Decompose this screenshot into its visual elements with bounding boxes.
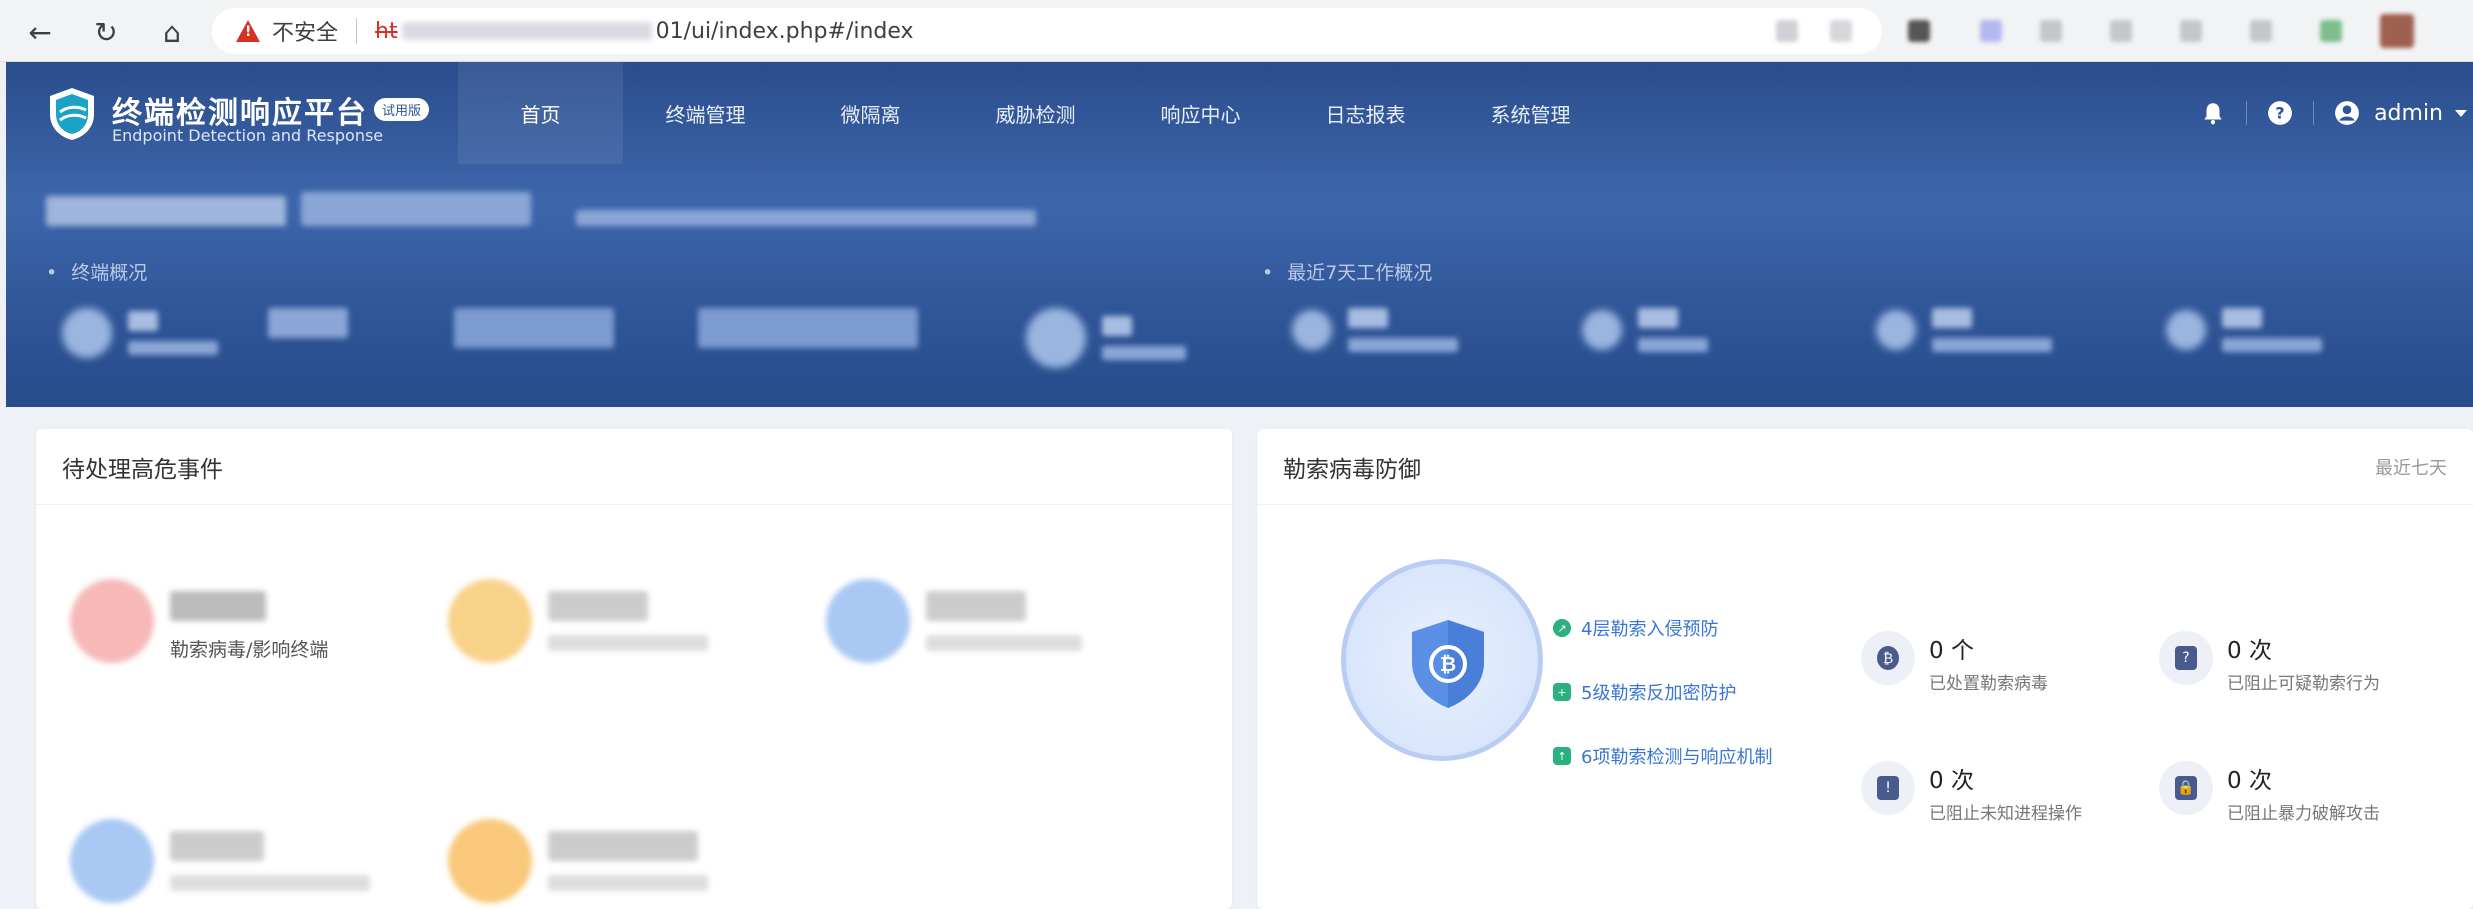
event-item[interactable]: [70, 819, 370, 903]
card-header: 勒索病毒防御 最近七天: [1257, 429, 2473, 505]
ransomware-stat: ₿ 0 个已处置勒索病毒: [1861, 631, 2048, 694]
card-title: 待处理高危事件: [62, 456, 223, 483]
help-icon[interactable]: ?: [2267, 100, 2293, 126]
ransomware-stat: ! 0 次已阻止未知进程操作: [1861, 761, 2082, 824]
app-subtitle: Endpoint Detection and Response: [112, 126, 384, 145]
url-scheme: ht: [375, 18, 398, 44]
feature-item: + 5级勒索反加密防护: [1553, 679, 1736, 705]
main-menu: 首页 终端管理 微隔离 威胁检测 响应中心 日志报表 系统管理: [458, 62, 1613, 164]
feature-label: 5级勒索反加密防护: [1581, 683, 1737, 704]
ransomware-defense-card: 勒索病毒防御 最近七天 ₿ ↗ 4层勒索入侵预防 + 5级勒索反加密防护 ↑ 6…: [1257, 429, 2473, 909]
event-item[interactable]: [826, 579, 1082, 663]
menu-home[interactable]: 首页: [458, 62, 623, 164]
ransomware-stat: ? 0 次已阻止可疑勒索行为: [2159, 631, 2380, 694]
stat-label: 已阻止未知进程操作: [1929, 804, 2082, 824]
menu-response-center[interactable]: 响应中心: [1118, 62, 1283, 164]
toolbar-divider: [2246, 101, 2248, 125]
terminal-stat: [454, 308, 614, 348]
trend-icon: ↗: [1553, 619, 1571, 637]
url-host-blurred: [401, 22, 652, 40]
menu-threat-detection[interactable]: 威胁检测: [953, 62, 1118, 164]
shield-plus-icon: +: [1553, 683, 1571, 701]
week-stat: [1582, 308, 1708, 352]
shield-bitcoin-icon: ₿: [1412, 620, 1484, 708]
week-overview-label: 最近7天工作概况: [1262, 258, 1432, 285]
warning-icon: [236, 20, 260, 42]
question-icon: ?: [2159, 631, 2213, 685]
extension-icon[interactable]: [2250, 20, 2272, 42]
address-bar[interactable]: 不安全 ht 01/ui/index.php#/index: [212, 8, 1882, 54]
bell-icon[interactable]: [2200, 100, 2226, 126]
bitcoin-icon: ₿: [1861, 631, 1915, 685]
terminal-stat: [698, 308, 918, 348]
ransomware-stat: 🔒 0 次已阻止暴力破解攻击: [2159, 761, 2380, 824]
app-root: 终端检测响应平台 试用版 Endpoint Detection and Resp…: [6, 62, 2473, 909]
trial-badge: 试用版: [374, 98, 430, 121]
detect-icon: ↑: [1553, 747, 1571, 765]
stat-value: 0 次: [1929, 768, 1974, 794]
profile-avatar[interactable]: [2380, 14, 2414, 48]
terminal-stat: [62, 308, 218, 358]
svg-text:?: ?: [2275, 103, 2284, 122]
week-stat: [1292, 308, 1458, 352]
stat-label: 已处置勒索病毒: [1929, 674, 2048, 694]
terminal-stat: [268, 308, 348, 338]
time-range-label[interactable]: 最近七天: [2375, 454, 2447, 480]
address-separator: [356, 18, 358, 44]
home-icon[interactable]: ⌂: [152, 12, 192, 52]
menu-micro-isolation[interactable]: 微隔离: [788, 62, 953, 164]
reload-icon[interactable]: ↻: [86, 12, 126, 52]
extension-icon[interactable]: [1776, 20, 1798, 42]
menu-terminal-management[interactable]: 终端管理: [623, 62, 788, 164]
feature-item: ↗ 4层勒索入侵预防: [1553, 615, 1718, 641]
browser-toolbar: ← ↻ ⌂ 不安全 ht 01/ui/index.php#/index: [0, 0, 2473, 62]
feature-label: 4层勒索入侵预防: [1581, 619, 1719, 640]
card-header: 待处理高危事件: [36, 429, 1232, 505]
terminal-stat: [1026, 308, 1186, 368]
event-item[interactable]: 勒索病毒/影响终端: [70, 579, 328, 663]
event-item[interactable]: [448, 579, 708, 663]
security-status: 不安全: [272, 21, 339, 46]
event-label: 勒索病毒/影响终端: [170, 639, 329, 661]
feature-label: 6项勒索检测与响应机制: [1581, 747, 1773, 768]
week-stat: [1876, 308, 2052, 352]
stat-value: 0 次: [2227, 768, 2272, 794]
extension-icon[interactable]: [2040, 20, 2062, 42]
user-avatar-icon[interactable]: [2334, 100, 2360, 126]
hero-banner: 终端检测响应平台 试用版 Endpoint Detection and Resp…: [6, 62, 2473, 407]
stat-label: 已阻止暴力破解攻击: [2227, 804, 2380, 824]
svg-text:₿: ₿: [1440, 652, 1456, 676]
stat-label: 已阻止可疑勒索行为: [2227, 674, 2380, 694]
feature-item: ↑ 6项勒索检测与响应机制: [1553, 743, 1772, 769]
pending-events-card: 待处理高危事件 勒索病毒/影响终端: [36, 429, 1232, 909]
user-name[interactable]: admin: [2374, 101, 2443, 126]
menu-system-management[interactable]: 系统管理: [1448, 62, 1613, 164]
hero-greeting-blurred: [46, 192, 1037, 226]
terminal-overview-label: 终端概况: [46, 258, 147, 285]
extension-icon[interactable]: [1908, 20, 1930, 42]
extension-icon[interactable]: [2110, 20, 2132, 42]
ransomware-shield-graphic: ₿: [1341, 559, 1543, 761]
extension-icon[interactable]: [2320, 20, 2342, 42]
back-icon[interactable]: ←: [20, 12, 60, 52]
week-stat: [2166, 308, 2322, 352]
toolbar-icons: ? admin: [2180, 62, 2473, 164]
card-title: 勒索病毒防御: [1283, 456, 1421, 483]
shield-logo-icon: [50, 88, 94, 140]
toolbar-divider: [2313, 101, 2315, 125]
stat-value: 0 个: [1929, 638, 1974, 664]
stat-value: 0 次: [2227, 638, 2272, 664]
chevron-down-icon[interactable]: [2455, 109, 2467, 117]
top-nav: 终端检测响应平台 试用版 Endpoint Detection and Resp…: [6, 62, 2473, 164]
menu-log-reports[interactable]: 日志报表: [1283, 62, 1448, 164]
url-path: 01/ui/index.php#/index: [655, 18, 914, 44]
extension-icon[interactable]: [2180, 20, 2202, 42]
lock-icon: 🔒: [2159, 761, 2213, 815]
event-item[interactable]: [448, 819, 708, 903]
alert-window-icon: !: [1861, 761, 1915, 815]
extension-icon[interactable]: [1980, 20, 2002, 42]
extension-icon[interactable]: [1830, 20, 1852, 42]
